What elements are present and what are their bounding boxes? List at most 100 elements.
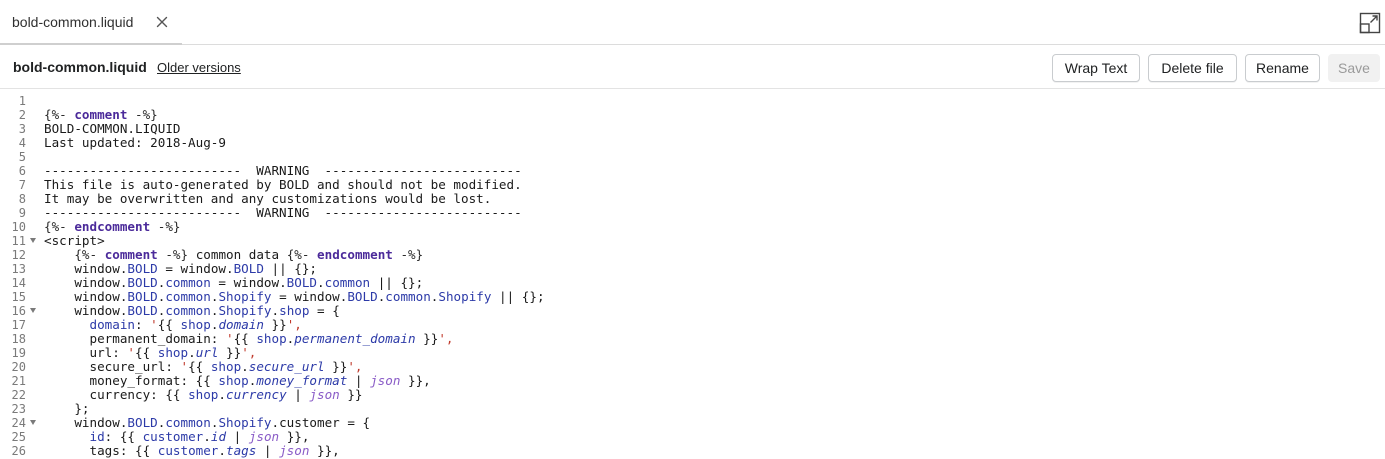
line-number: 25 [0,430,38,444]
code-line[interactable]: {%- endcomment -%} [44,220,545,234]
line-number: 2 [0,108,38,122]
code-token: url: [44,345,128,360]
code-line[interactable]: {%- comment -%} [44,108,545,122]
code-token: }; [44,401,90,416]
code-token: shop [188,387,219,402]
code-token: BOLD [127,261,158,276]
line-number: 14 [0,276,38,290]
line-number-text: 18 [11,332,26,346]
line-number: 15 [0,290,38,304]
fold-arrow-icon[interactable] [30,308,36,313]
line-number: 17 [0,318,38,332]
line-number-text: 11 [11,234,26,248]
code-line[interactable]: window.BOLD = window.BOLD || {}; [44,262,545,276]
code-token: endcomment [74,219,151,234]
line-number-text: 2 [18,108,26,122]
code-editor[interactable]: 1 2 3 4 5 6 7 8 9 10 11 12 13 14 15 16 17 18 19 20 21 22 23 24 2… [0,89,1385,459]
line-number: 5 [0,150,38,164]
code-token: }} [263,317,287,332]
code-token: ', [241,345,257,360]
code-token: . [188,345,196,360]
line-number-text: 23 [11,402,26,416]
code-token: secure_url: [44,359,181,374]
code-line[interactable]: }; [44,402,545,416]
code-line[interactable]: {%- comment -%} common data {%- endcomme… [44,248,545,262]
code-line[interactable]: This file is auto-generated by BOLD and … [44,178,545,192]
code-line[interactable]: id: {{ customer.id | json }}, [44,430,545,444]
tab-bold-common[interactable]: bold-common.liquid [0,0,182,45]
code-token: ', [286,317,302,332]
tab-label: bold-common.liquid [12,13,134,30]
code-line[interactable]: -------------------------- WARNING -----… [44,206,545,220]
code-token: BOLD [233,261,264,276]
code-token: window. [44,303,128,318]
code-token: . [203,429,211,444]
code-token: comment [74,107,128,122]
code-token: tags [226,443,257,458]
code-token: : [135,317,151,332]
code-token: . [218,387,226,402]
code-token: }}, [309,443,340,458]
code-line[interactable]: secure_url: '{{ shop.secure_url }}', [44,360,545,374]
close-icon[interactable] [154,14,170,30]
code-token: shop [210,359,242,374]
code-token: window. [44,415,128,430]
line-number-text: 21 [11,374,26,388]
wrap-text-button[interactable]: Wrap Text [1052,54,1140,82]
line-number-text: 16 [11,304,26,318]
code-token: . [317,275,325,290]
tab-bar: bold-common.liquid [0,0,1385,45]
code-token: ' [150,317,158,332]
code-token: Last updated: 2018-Aug-9 [44,135,226,150]
code-line[interactable]: permanent_domain: '{{ shop.permanent_dom… [44,332,545,346]
code-token: common data [188,247,287,262]
code-line[interactable] [44,150,545,164]
code-line[interactable]: domain: '{{ shop.domain }}', [44,318,545,332]
code-line[interactable]: BOLD-COMMON.LIQUID [44,122,545,136]
code-line[interactable] [44,94,545,108]
code-line[interactable]: It may be overwritten and any customizat… [44,192,545,206]
code-token: .customer = { [271,415,371,430]
code-token: BOLD [127,415,158,430]
code-line[interactable]: url: '{{ shop.url }}', [44,346,545,360]
code-line[interactable]: window.BOLD.common.Shopify = window.BOLD… [44,289,544,304]
line-number: 26 [0,444,38,458]
delete-file-button[interactable]: Delete file [1148,54,1237,82]
code-line[interactable]: <script> [44,234,545,248]
code-token: | [347,373,371,388]
code-line[interactable]: currency: {{ shop.currency | json }} [44,388,545,402]
code-token: . [218,443,226,458]
code-token: -%} [392,247,424,262]
code-token: This file is auto-generated by BOLD and … [44,177,522,192]
code-token: permanent_domain: [44,331,226,346]
code-token: currency [226,387,287,402]
code-content[interactable]: {%- comment -%} BOLD-COMMON.LIQUID Last up… [44,94,545,458]
code-token: ' [225,331,234,346]
code-token: | [256,443,280,458]
fold-arrow-icon[interactable] [30,238,36,243]
code-line[interactable]: -------------------------- WARNING -----… [44,164,545,178]
code-token: -------------------------- WARNING -----… [44,205,522,220]
older-versions-link[interactable]: Older versions [157,60,241,75]
code-line[interactable]: window.BOLD.common = window.BOLD.common … [44,276,545,290]
code-token: }} [218,345,242,360]
code-token: shop [218,373,249,388]
code-token: url [195,345,219,360]
code-line[interactable]: window.BOLD.common.Shopify.customer = { [44,416,545,430]
code-token: Shopify [218,303,272,318]
code-token: || {}; [370,275,424,290]
line-number: 24 [0,416,38,430]
code-line[interactable]: Last updated: 2018-Aug-9 [44,136,545,150]
line-number: 16 [0,304,38,318]
code-token: | [286,387,310,402]
expand-icon[interactable] [1359,12,1381,34]
code-token: BOLD [127,289,158,304]
code-token: }} [415,331,439,346]
fold-arrow-icon[interactable] [30,420,36,425]
code-line[interactable]: money_format: {{ shop.money_format | jso… [44,374,545,388]
code-token: <script> [44,233,105,248]
code-line[interactable]: tags: {{ customer.tags | json }}, [44,444,545,458]
rename-button[interactable]: Rename [1245,54,1320,82]
code-line[interactable]: window.BOLD.common.Shopify.shop = { [44,304,545,318]
